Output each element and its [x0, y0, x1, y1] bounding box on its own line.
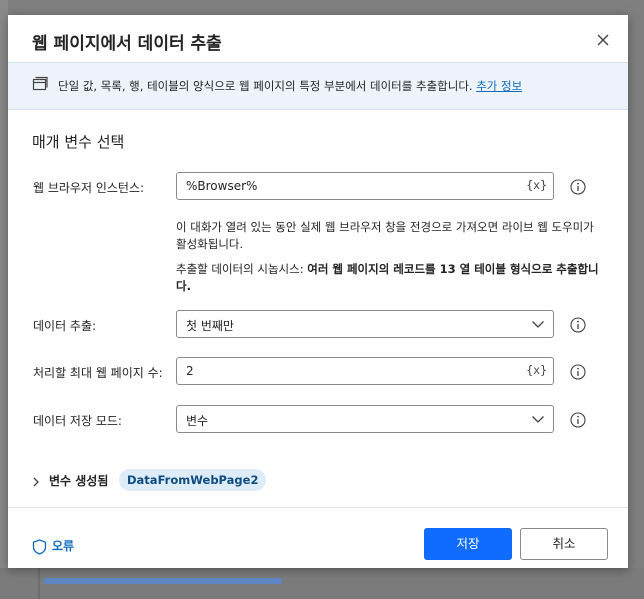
info-icon[interactable] [570, 364, 586, 380]
variable-picker-button[interactable]: {x} [526, 363, 547, 377]
max-pages-label: 처리할 최대 웹 페이지 수: [33, 366, 163, 380]
synopsis-prefix: 추출할 데이터의 시놉시스: [176, 262, 308, 276]
browser-instance-value: %Browser% [186, 179, 258, 193]
info-banner: 단일 값, 목록, 행, 테이블의 양식으로 웹 페이지의 특정 부분에서 데이… [8, 62, 628, 110]
background-app-left [0, 0, 8, 599]
close-icon[interactable] [594, 31, 612, 49]
extract-data-dropdown[interactable]: 첫 번째만 [176, 310, 554, 338]
storage-mode-label: 데이터 저장 모드: [33, 414, 122, 428]
dialog-title: 웹 페이지에서 데이터 추출 [32, 34, 222, 54]
chevron-right-icon [33, 477, 39, 486]
variable-badge[interactable]: DataFromWebPage2 [119, 469, 267, 491]
background-divider [38, 568, 40, 599]
banner-description: 단일 값, 목록, 행, 테이블의 양식으로 웹 페이지의 특정 부분에서 데이… [58, 79, 473, 93]
browser-instance-input[interactable]: %Browser% {x} [176, 172, 554, 200]
extract-data-label: 데이터 추출: [33, 319, 97, 333]
info-icon[interactable] [570, 179, 586, 195]
cancel-button[interactable]: 취소 [520, 528, 608, 560]
chevron-down-icon [532, 416, 544, 423]
storage-mode-dropdown[interactable]: 변수 [176, 405, 554, 433]
extract-data-dialog: 웹 페이지에서 데이터 추출 단일 값, 목록, 행, 테이블의 양식으로 웹 … [8, 15, 628, 568]
window-icon [32, 76, 48, 91]
browser-instance-label: 웹 브라우저 인스턴스: [33, 181, 145, 195]
errors-label: 오류 [52, 539, 75, 553]
info-icon[interactable] [570, 317, 586, 333]
section-title: 매개 변수 선택 [32, 133, 125, 151]
max-pages-value: 2 [186, 364, 194, 378]
learn-more-link[interactable]: 추가 정보 [476, 79, 522, 93]
info-icon[interactable] [570, 412, 586, 428]
footer-divider [8, 507, 628, 508]
max-pages-input[interactable]: 2 {x} [176, 357, 554, 385]
data-synopsis: 추출할 데이터의 시놉시스: 여러 웹 페이지의 레코드를 13 열 테이블 형… [176, 261, 606, 295]
live-helper-description: 이 대화가 열려 있는 동안 실제 웹 브라우저 창을 전경으로 가져오면 라이… [176, 220, 594, 251]
background-selection-bar [44, 578, 282, 584]
variable-picker-button[interactable]: {x} [526, 178, 547, 192]
shield-icon [32, 538, 47, 555]
errors-button[interactable]: 오류 [32, 537, 74, 555]
banner-text: 단일 값, 목록, 행, 테이블의 양식으로 웹 페이지의 특정 부분에서 데이… [58, 78, 522, 94]
extract-data-value: 첫 번째만 [186, 319, 234, 333]
storage-mode-value: 변수 [186, 414, 209, 428]
variables-produced-label: 변수 생성됨 [49, 474, 109, 488]
chevron-down-icon [532, 321, 544, 328]
save-button[interactable]: 저장 [424, 528, 512, 560]
variables-produced-toggle[interactable]: 변수 생성됨 [32, 472, 108, 489]
